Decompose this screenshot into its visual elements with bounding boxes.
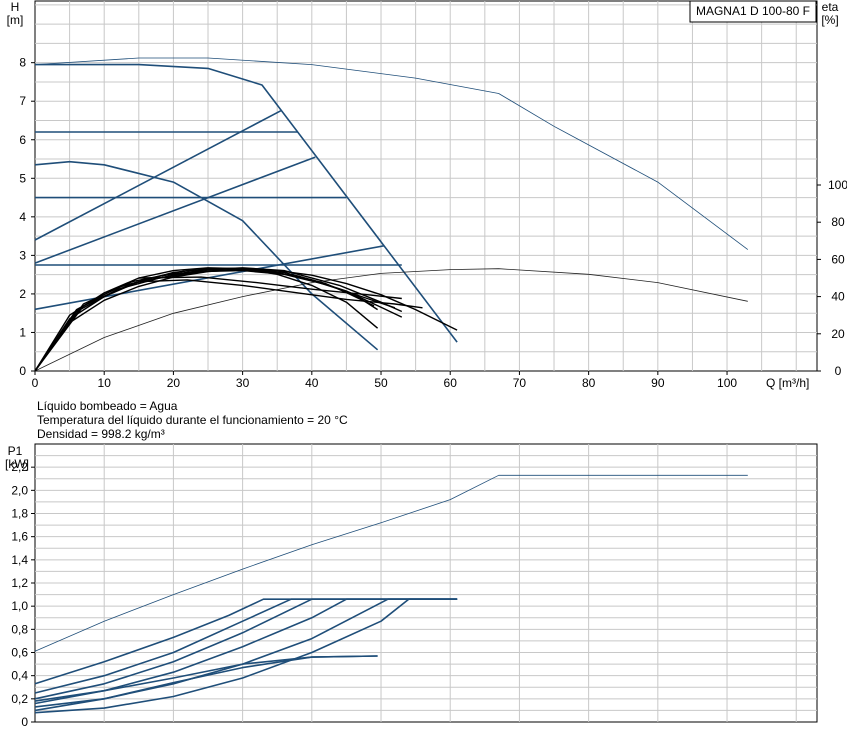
y-axis-unit: [m]	[7, 13, 24, 27]
y-tick-label: 0	[19, 364, 26, 378]
x-axis-label: Q [m³/h]	[766, 376, 809, 390]
y-axis-unit: [kW]	[5, 457, 29, 471]
fluid-liquid: Líquido bombeado = Agua	[37, 399, 178, 413]
pump-label-box: MAGNA1 D 100-80 F	[689, 0, 817, 23]
y-tick-label: 2,0	[11, 483, 28, 497]
x-tick-label: 20	[167, 376, 181, 390]
y-tick-label: 6	[19, 133, 26, 147]
y-tick-label: 1	[19, 325, 26, 339]
x-tick-label: 0	[32, 376, 39, 390]
y-tick-label: 0,2	[11, 692, 28, 706]
y-tick-label: 2	[19, 287, 26, 301]
y-tick-label: 3	[19, 248, 26, 262]
y-axis-label: P1	[8, 444, 23, 458]
x-tick-label: 50	[374, 376, 388, 390]
x-tick-label: 30	[236, 376, 250, 390]
fluid-info: Líquido bombeado = Agua Temperatura del …	[37, 399, 348, 441]
x-tick-label: 70	[513, 376, 527, 390]
x-tick-label: 90	[651, 376, 665, 390]
x-tick-label: 40	[305, 376, 319, 390]
y-right-tick-label: 100	[828, 178, 847, 192]
y-right-tick-label: 80	[831, 215, 845, 229]
y-right-tick-label: 20	[831, 327, 845, 341]
y-tick-label: 1,8	[11, 507, 28, 521]
x-tick-label: 60	[444, 376, 458, 390]
y-tick-label: 0	[21, 715, 28, 729]
fluid-temperature: Temperatura del líquido durante el funci…	[37, 413, 348, 427]
y-tick-label: 1,4	[11, 553, 28, 567]
y-tick-label: 4	[19, 210, 26, 224]
y-tick-label: 0,6	[11, 646, 28, 660]
y-tick-label: 0,8	[11, 622, 28, 636]
pump-label: MAGNA1 D 100-80 F	[696, 4, 810, 18]
x-tick-label: 80	[582, 376, 596, 390]
y-axis-label: H	[11, 0, 20, 14]
y-tick-label: 8	[19, 56, 26, 70]
head-efficiency-plot: 0 10 20 30 40 50 60 70 80 90 100012345678020406080…	[7, 0, 847, 390]
fluid-density: Densidad = 998.2 kg/m³	[37, 427, 165, 441]
y-tick-label: 1,2	[11, 576, 28, 590]
pump-curve-chart: 0 10 20 30 40 50 60 70 80 90 100 0 1 2 3 4 5 6 7 8 0 20 40 60 80…	[0, 0, 847, 742]
y-right-tick-label: 0	[835, 364, 842, 378]
x-tick-label: 10	[98, 376, 112, 390]
y-right-axis-label: eta	[822, 0, 839, 14]
y-right-axis-unit: [%]	[821, 13, 838, 27]
y-tick-label: 7	[19, 94, 26, 108]
y-tick-label: 1,6	[11, 530, 28, 544]
y-tick-label: 1,0	[11, 599, 28, 613]
y-right-tick-label: 40	[831, 290, 845, 304]
x-tick-label: 100	[717, 376, 737, 390]
pump-curve-svg: 0 10 20 30 40 50 60 70 80 90 100012345678020406080…	[5, 0, 847, 729]
y-tick-label: 0,4	[11, 669, 28, 683]
y-right-tick-label: 60	[831, 252, 845, 266]
y-tick-label: 5	[19, 171, 26, 185]
power-plot: 00,20,40,60,81,01,21,41,61,82,02,2P1[kW]	[5, 443, 818, 729]
